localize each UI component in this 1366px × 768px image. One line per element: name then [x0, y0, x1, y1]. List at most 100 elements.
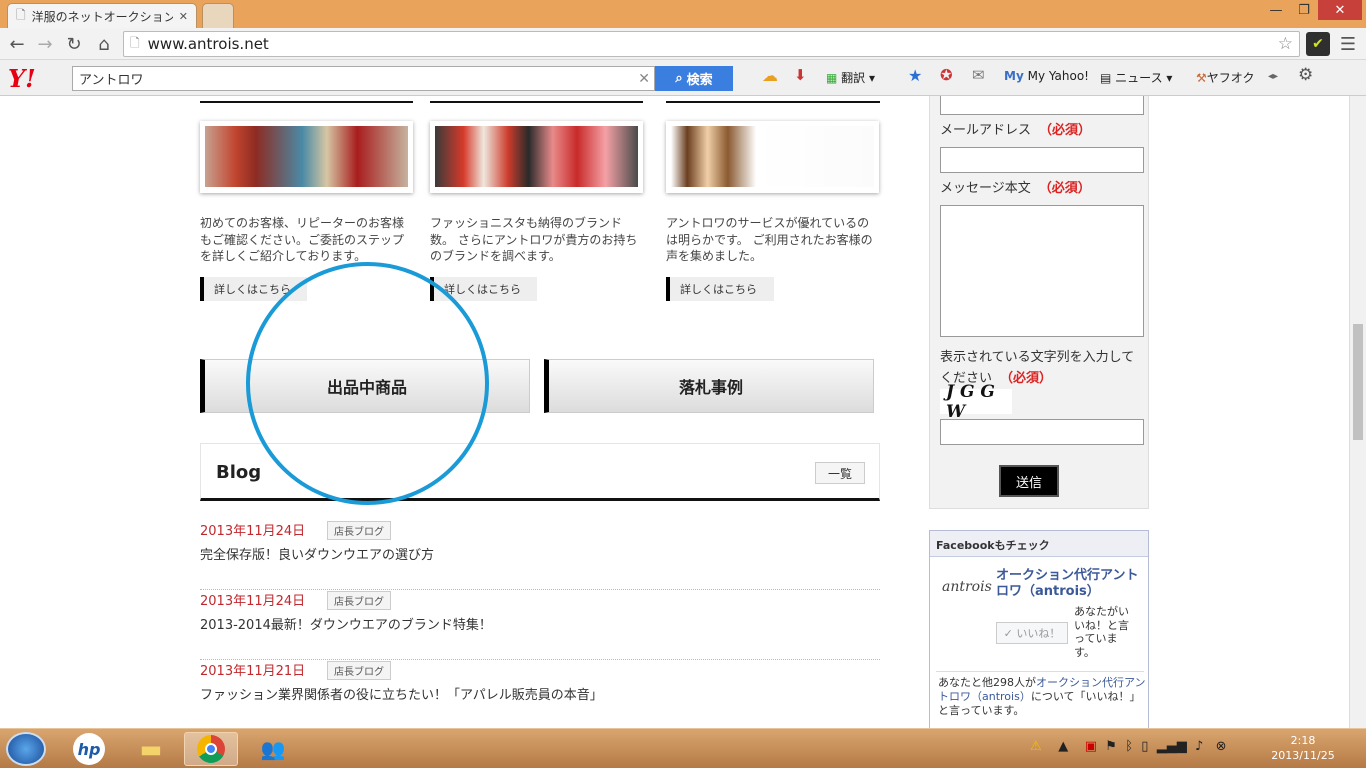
facebook-page-link[interactable]: オークション代行アントロワ（antrois）: [996, 568, 1146, 600]
auction-results-button[interactable]: 落札事例: [544, 359, 874, 413]
file-explorer-icon[interactable]: ▬: [124, 732, 178, 766]
email-field[interactable]: [940, 147, 1144, 173]
post-title[interactable]: 2013-2014最新！ダウンウエアのブランド特集！: [200, 614, 492, 633]
system-tray: ⚠ ▲ ▣ ⚑ ᛒ ▯ ▂▄▆ ♪ ⊗: [1030, 739, 1227, 754]
my-yahoo-link[interactable]: My My Yahoo!: [1004, 69, 1089, 83]
close-window-button[interactable]: ✕: [1318, 0, 1362, 20]
feature-image-step[interactable]: [200, 121, 413, 193]
favorites-star-icon[interactable]: ★: [908, 66, 922, 85]
auction-link[interactable]: ⚒ヤフオク: [1196, 69, 1262, 86]
vertical-scrollbar[interactable]: [1349, 96, 1366, 730]
hp-logo: hp: [73, 733, 105, 765]
minimize-button[interactable]: —: [1262, 0, 1290, 20]
start-button[interactable]: [6, 732, 46, 766]
post-tag[interactable]: 店長ブログ: [327, 661, 391, 680]
signal-icon[interactable]: ▂▄▆: [1157, 739, 1187, 754]
bookmark-add-icon[interactable]: ✪: [940, 66, 953, 84]
weather-icon[interactable]: ☁: [762, 66, 778, 85]
messenger-icon[interactable]: 👥: [246, 732, 300, 766]
chrome-icon[interactable]: [184, 732, 238, 766]
captcha-input[interactable]: [940, 419, 1144, 445]
yahoo-toolbar: Y! アントロワ ✕ ⌕ 検索 ☁ ⬇ ▦ 翻訳 ▾ ★ ✪ ✉ My My Y…: [0, 60, 1366, 96]
network-icon[interactable]: ⚑: [1105, 739, 1117, 754]
translate-icon: ▦: [826, 71, 838, 85]
yahoo-search-button[interactable]: ⌕ 検索: [655, 66, 733, 91]
submit-button[interactable]: 送信: [999, 465, 1059, 497]
mail-icon[interactable]: ✉: [972, 66, 985, 84]
blog-post-item[interactable]: 2013年11月24日 店長ブログ 完全保存版！良いダウンウエアの選び方: [200, 520, 880, 590]
name-field[interactable]: [940, 96, 1144, 115]
extension-check-icon[interactable]: ✔: [1306, 32, 1330, 56]
search-icon: ⌕: [675, 71, 683, 86]
browser-title-bar: 🗋 洋服のネットオークション代行 ✕ — ❐ ✕: [0, 0, 1366, 28]
facebook-header: Facebookもチェック: [930, 531, 1148, 557]
more-details-button[interactable]: 詳しくはこちら: [666, 277, 774, 301]
feature-image-voices[interactable]: [666, 121, 879, 193]
settings-gear-icon[interactable]: ⚙: [1298, 65, 1313, 85]
message-label: メッセージ本文 （必須）: [940, 178, 1091, 199]
back-icon[interactable]: ←: [5, 32, 29, 56]
yahoo-search-input[interactable]: アントロワ ✕: [72, 66, 655, 91]
post-tag[interactable]: 店長ブログ: [327, 591, 391, 610]
blog-list-button[interactable]: 一覧: [815, 462, 865, 484]
forward-icon[interactable]: →: [33, 32, 57, 56]
post-date: 2013年11月21日: [200, 664, 306, 679]
adobe-icon[interactable]: ▣: [1085, 739, 1097, 754]
blog-post-item[interactable]: 2013年11月21日 店長ブログ ファッション業界関係者の役に立ちたい！「アパ…: [200, 660, 880, 730]
feature-desc: ファッショニスタも納得のブランド数。 さらにアントロワが貴方のお持ちのブランドを…: [430, 216, 638, 263]
show-hidden-icons[interactable]: ▲: [1058, 739, 1068, 754]
highlight-circle-annotation: [246, 262, 489, 505]
feature-image-brands[interactable]: [430, 121, 643, 193]
page-icon: 🗋: [130, 35, 140, 50]
page-icon: 🗋: [16, 7, 26, 22]
address-bar[interactable]: 🗋 www.antrois.net ☆: [123, 31, 1300, 57]
action-center-icon[interactable]: ⚠: [1030, 739, 1042, 754]
maximize-button[interactable]: ❐: [1290, 0, 1318, 20]
email-label-text: メールアドレス: [940, 123, 1032, 138]
post-tag[interactable]: 店長ブログ: [327, 521, 391, 540]
tab-active[interactable]: 🗋 洋服のネットオークション代行 ✕: [7, 3, 197, 28]
home-icon[interactable]: ⌂: [92, 32, 116, 56]
new-tab-button[interactable]: [202, 3, 234, 28]
antrois-logo[interactable]: antrois: [942, 579, 992, 595]
clear-icon[interactable]: ✕: [638, 71, 650, 87]
news-label: ニュース: [1115, 71, 1163, 85]
feature-desc: 初めてのお客様、リピーターのお客様もご確認ください。ご委託のステップを詳しくご紹…: [200, 216, 405, 263]
power-icon[interactable]: ⊗: [1216, 739, 1227, 754]
reload-icon[interactable]: ↻: [62, 32, 86, 56]
auction-icon: ⚒: [1196, 71, 1207, 85]
translate-button[interactable]: ▦ 翻訳 ▾: [826, 69, 875, 86]
post-date: 2013年11月24日: [200, 524, 306, 539]
email-label: メールアドレス （必須）: [940, 120, 1091, 141]
hp-icon[interactable]: hp: [62, 732, 116, 766]
menu-icon[interactable]: ☰: [1336, 32, 1360, 56]
message-textarea[interactable]: [940, 205, 1144, 337]
divider: [936, 671, 1144, 672]
clock[interactable]: 2:18 2013/11/25: [1268, 733, 1338, 763]
blog-post-item[interactable]: 2013年11月24日 店長ブログ 2013-2014最新！ダウンウエアのブラン…: [200, 590, 880, 660]
close-tab-icon[interactable]: ✕: [179, 10, 188, 23]
like-button[interactable]: ✓ いいね！: [996, 622, 1068, 644]
feature-desc: アントロワのサービスが優れているのは明らかです。 ご利用されたお客様の声を集めま…: [666, 216, 873, 263]
bluetooth-icon[interactable]: ᛒ: [1125, 739, 1133, 754]
tab-title: 洋服のネットオークション代行: [31, 9, 173, 24]
search-value: アントロワ: [79, 73, 144, 88]
news-link[interactable]: ▤ ニュース ▾: [1100, 69, 1172, 86]
captcha-image: J G G W: [940, 382, 1012, 422]
bookmark-star-icon[interactable]: ☆: [1278, 34, 1293, 54]
post-title[interactable]: ファッション業界関係者の役に立ちたい！「アパレル販売員の本音」: [200, 684, 603, 703]
scrollbar-thumb[interactable]: [1353, 324, 1363, 440]
device-icon[interactable]: ▯: [1141, 739, 1148, 754]
divider: [200, 101, 413, 103]
news-icon: ▤: [1100, 71, 1112, 85]
facebook-like-box: Facebookもチェック antrois オークション代行アントロワ（antr…: [929, 530, 1149, 730]
yahoo-logo[interactable]: Y!: [8, 64, 36, 93]
download-icon[interactable]: ⬇: [794, 66, 807, 84]
navigation-bar: ← → ↻ ⌂ 🗋 www.antrois.net ☆ ✔ ☰: [0, 28, 1366, 60]
volume-icon[interactable]: ♪: [1195, 739, 1203, 754]
like-status-text: あなたがいいね！と言っています。: [1074, 605, 1129, 659]
scroll-toolbar-icon[interactable]: ◂▸: [1268, 71, 1278, 82]
clock-time: 2:18: [1290, 734, 1316, 747]
post-title[interactable]: 完全保存版！良いダウンウエアの選び方: [200, 544, 434, 563]
divider: [666, 101, 880, 103]
